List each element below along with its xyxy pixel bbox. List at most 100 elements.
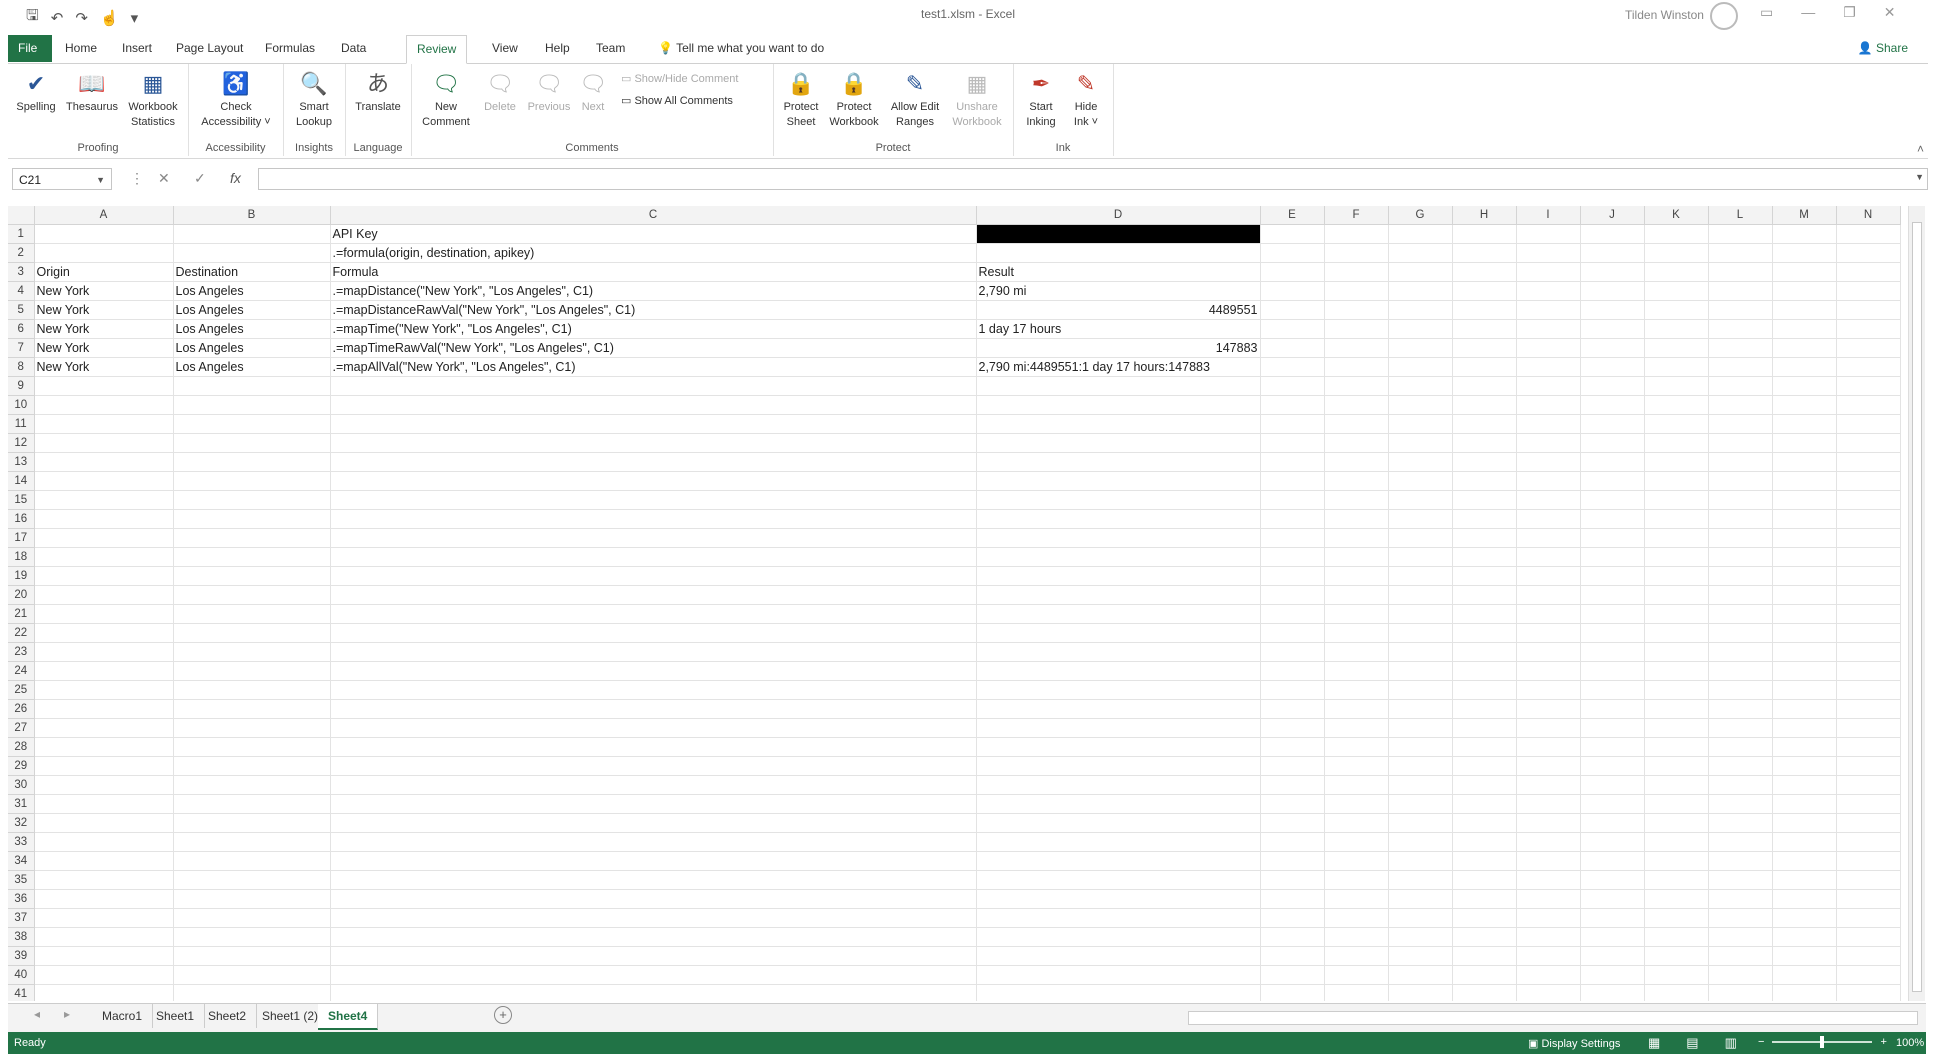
cell-d18[interactable]: [976, 547, 1261, 567]
cell-n30[interactable]: [1836, 775, 1901, 795]
cell-g14[interactable]: [1388, 471, 1453, 491]
cell-h28[interactable]: [1452, 737, 1517, 757]
cell-c11[interactable]: [330, 414, 977, 434]
cell-g26[interactable]: [1388, 699, 1453, 719]
cell-f1[interactable]: [1324, 224, 1389, 244]
cell-k10[interactable]: [1644, 395, 1709, 415]
cell-n19[interactable]: [1836, 566, 1901, 586]
allow-edit-ranges-button[interactable]: ✎ Allow Edit Ranges: [885, 68, 945, 130]
cell-k35[interactable]: [1644, 870, 1709, 890]
cell-k17[interactable]: [1644, 528, 1709, 548]
row-header[interactable]: 35: [8, 870, 35, 890]
row-header[interactable]: 28: [8, 737, 35, 757]
cell-c27[interactable]: [330, 718, 977, 738]
cell-l14[interactable]: [1708, 471, 1773, 491]
cell-k40[interactable]: [1644, 965, 1709, 985]
cell-b14[interactable]: [173, 471, 331, 491]
cell-h9[interactable]: [1452, 376, 1517, 396]
minimize-icon[interactable]: —: [1801, 4, 1815, 21]
cell-l18[interactable]: [1708, 547, 1773, 567]
cell-l1[interactable]: [1708, 224, 1773, 244]
cell-k20[interactable]: [1644, 585, 1709, 605]
cell-j36[interactable]: [1580, 889, 1645, 909]
cell-h39[interactable]: [1452, 946, 1517, 966]
cell-a11[interactable]: [34, 414, 174, 434]
cell-e8[interactable]: [1260, 357, 1325, 377]
cell-m41[interactable]: [1772, 984, 1837, 1001]
cell-b39[interactable]: [173, 946, 331, 966]
cell-c8[interactable]: .=mapAllVal("New York", "Los Angeles", C…: [330, 357, 977, 377]
cell-l25[interactable]: [1708, 680, 1773, 700]
cell-i40[interactable]: [1516, 965, 1581, 985]
cell-c38[interactable]: [330, 927, 977, 947]
cell-m3[interactable]: [1772, 262, 1837, 282]
cell-m14[interactable]: [1772, 471, 1837, 491]
cell-c28[interactable]: [330, 737, 977, 757]
cell-k12[interactable]: [1644, 433, 1709, 453]
cell-j1[interactable]: [1580, 224, 1645, 244]
cell-d3[interactable]: Result: [976, 262, 1261, 282]
cell-a18[interactable]: [34, 547, 174, 567]
row-header[interactable]: 33: [8, 832, 35, 852]
cell-c4[interactable]: .=mapDistance("New York", "Los Angeles",…: [330, 281, 977, 301]
cell-a29[interactable]: [34, 756, 174, 776]
cell-e23[interactable]: [1260, 642, 1325, 662]
cell-d12[interactable]: [976, 433, 1261, 453]
cell-e17[interactable]: [1260, 528, 1325, 548]
cell-n4[interactable]: [1836, 281, 1901, 301]
cell-d29[interactable]: [976, 756, 1261, 776]
row-header[interactable]: 2: [8, 243, 35, 263]
cell-f10[interactable]: [1324, 395, 1389, 415]
cell-h7[interactable]: [1452, 338, 1517, 358]
row-header[interactable]: 41: [8, 984, 35, 1001]
cell-a27[interactable]: [34, 718, 174, 738]
cell-k16[interactable]: [1644, 509, 1709, 529]
zoom-knob[interactable]: [1820, 1036, 1825, 1048]
cell-h31[interactable]: [1452, 794, 1517, 814]
cell-l32[interactable]: [1708, 813, 1773, 833]
cell-m27[interactable]: [1772, 718, 1837, 738]
cell-n33[interactable]: [1836, 832, 1901, 852]
cell-a14[interactable]: [34, 471, 174, 491]
cell-c30[interactable]: [330, 775, 977, 795]
column-header[interactable]: L: [1708, 206, 1773, 225]
cell-k6[interactable]: [1644, 319, 1709, 339]
row-header[interactable]: 36: [8, 889, 35, 909]
show-all-comments-button[interactable]: ▭ Show All Comments: [621, 94, 733, 107]
cell-m15[interactable]: [1772, 490, 1837, 510]
cell-i16[interactable]: [1516, 509, 1581, 529]
column-header[interactable]: H: [1452, 206, 1517, 225]
cell-m33[interactable]: [1772, 832, 1837, 852]
cell-b37[interactable]: [173, 908, 331, 928]
cell-n31[interactable]: [1836, 794, 1901, 814]
cell-j25[interactable]: [1580, 680, 1645, 700]
cell-n36[interactable]: [1836, 889, 1901, 909]
cell-l37[interactable]: [1708, 908, 1773, 928]
row-header[interactable]: 22: [8, 623, 35, 643]
cell-e38[interactable]: [1260, 927, 1325, 947]
cell-c5[interactable]: .=mapDistanceRawVal("New York", "Los Ang…: [330, 300, 977, 320]
cell-g29[interactable]: [1388, 756, 1453, 776]
cell-k27[interactable]: [1644, 718, 1709, 738]
cell-b27[interactable]: [173, 718, 331, 738]
cell-n41[interactable]: [1836, 984, 1901, 1001]
cell-e4[interactable]: [1260, 281, 1325, 301]
row-header[interactable]: 17: [8, 528, 35, 548]
cell-h32[interactable]: [1452, 813, 1517, 833]
cell-f9[interactable]: [1324, 376, 1389, 396]
cell-k34[interactable]: [1644, 851, 1709, 871]
cell-d5[interactable]: 4489551: [976, 300, 1261, 320]
cell-d22[interactable]: [976, 623, 1261, 643]
cell-c10[interactable]: [330, 395, 977, 415]
row-header[interactable]: 14: [8, 471, 35, 491]
row-header[interactable]: 24: [8, 661, 35, 681]
row-header[interactable]: 25: [8, 680, 35, 700]
cell-m9[interactable]: [1772, 376, 1837, 396]
cell-d21[interactable]: [976, 604, 1261, 624]
cell-a37[interactable]: [34, 908, 174, 928]
cell-m26[interactable]: [1772, 699, 1837, 719]
unshare-workbook-button[interactable]: ▦ Unshare Workbook: [947, 68, 1007, 130]
cell-i29[interactable]: [1516, 756, 1581, 776]
cell-i34[interactable]: [1516, 851, 1581, 871]
tab-data[interactable]: Data: [331, 35, 376, 62]
